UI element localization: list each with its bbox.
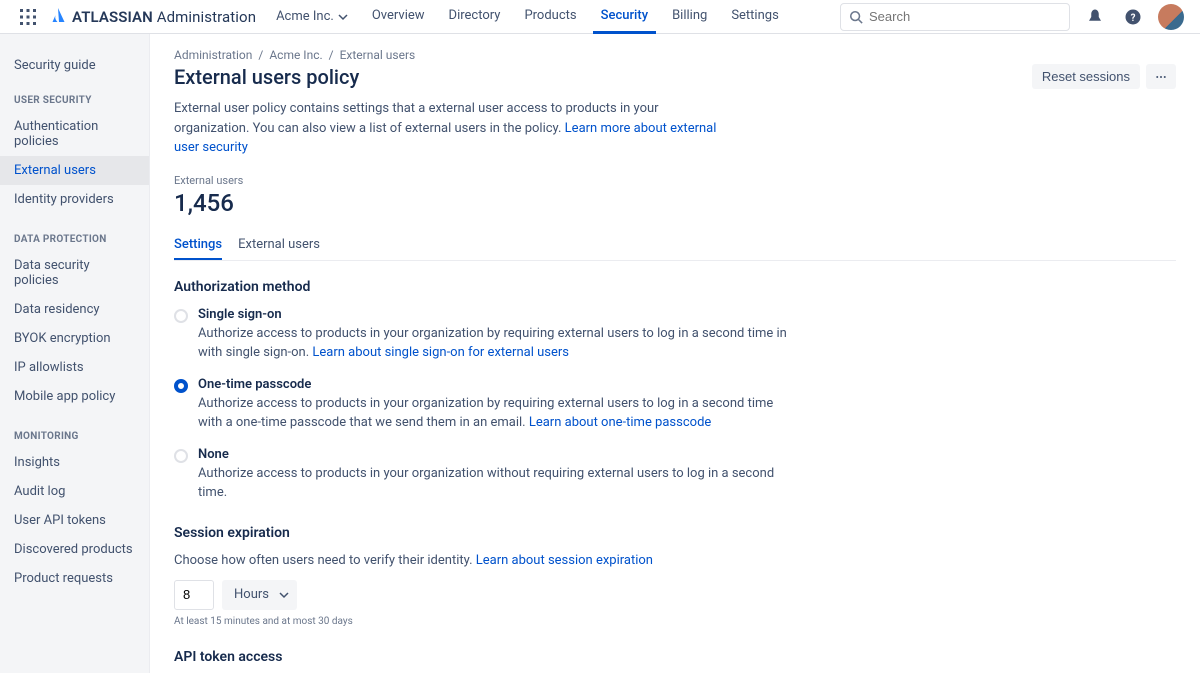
chevron-down-icon — [279, 590, 289, 600]
sidebar-item-identity-providers[interactable]: Identity providers — [0, 185, 149, 214]
sidebar-security-guide[interactable]: Security guide — [0, 52, 149, 89]
org-switcher[interactable]: Acme Inc. — [276, 9, 348, 24]
notifications-icon[interactable] — [1082, 4, 1108, 30]
breadcrumb-item[interactable]: Administration — [174, 48, 252, 62]
search-field[interactable] — [869, 9, 1061, 24]
subtabs: Settings External users — [174, 231, 1176, 261]
radio-label: Single sign-on — [198, 307, 794, 322]
sidebar-item-discovered-products[interactable]: Discovered products — [0, 535, 149, 564]
radio-learn-link[interactable]: Learn about single sign-on for external … — [312, 345, 569, 360]
nav-tab-directory[interactable]: Directory — [441, 0, 509, 34]
auth-method-group: Single sign-on Authorize access to produc… — [174, 307, 1176, 503]
more-icon — [1156, 75, 1166, 79]
sidebar-item-external-users[interactable]: External users — [0, 156, 149, 185]
sidebar-section-title: MONITORING — [0, 425, 149, 448]
radio-desc: Authorize access to products in your org… — [198, 324, 794, 363]
subtab-external-users[interactable]: External users — [238, 231, 320, 260]
radio-desc: Authorize access to products in your org… — [198, 394, 794, 433]
radio-learn-link[interactable]: Learn about one-time passcode — [529, 415, 711, 430]
avatar[interactable] — [1158, 4, 1184, 30]
sidebar: Security guide USER SECURITYAuthenticati… — [0, 34, 150, 673]
stat-value: 1,456 — [174, 189, 1176, 217]
radio-dot[interactable] — [174, 449, 188, 463]
radio-label: One-time passcode — [198, 377, 794, 392]
breadcrumb-item[interactable]: External users — [340, 48, 416, 62]
auth-section-title: Authorization method — [174, 279, 1176, 295]
session-desc: Choose how often users need to verify th… — [174, 553, 1176, 568]
nav-tab-billing[interactable]: Billing — [664, 0, 715, 34]
breadcrumb-item[interactable]: Acme Inc. — [269, 48, 322, 62]
nav-tab-settings[interactable]: Settings — [723, 0, 786, 34]
nav-tabs: OverviewDirectoryProducts SecurityBilling… — [364, 0, 795, 34]
radio-dot[interactable] — [174, 309, 188, 323]
session-unit-label: Hours — [234, 587, 269, 602]
auth-option-one-time-passcode[interactable]: One-time passcode Authorize access to pro… — [174, 377, 794, 433]
app-switcher-icon[interactable] — [16, 5, 40, 29]
sidebar-item-authentication-policies[interactable]: Authentication policies — [0, 112, 149, 156]
sidebar-item-mobile-app-policy[interactable]: Mobile app policy — [0, 382, 149, 411]
subtab-settings[interactable]: Settings — [174, 231, 222, 260]
atlassian-logo-icon — [50, 7, 66, 27]
more-actions-button[interactable] — [1146, 64, 1176, 89]
breadcrumb: Administration/Acme Inc./External users — [174, 48, 1176, 62]
radio-desc: Authorize access to products in your org… — [198, 464, 794, 503]
logo-text: ATLASSIAN Administration — [72, 8, 256, 26]
sidebar-item-data-security-policies[interactable]: Data security policies — [0, 251, 149, 295]
sidebar-item-product-requests[interactable]: Product requests — [0, 564, 149, 593]
page-description: External user policy contains settings t… — [174, 99, 734, 158]
main-content: Administration/Acme Inc./External users … — [150, 34, 1200, 673]
api-section-title: API token access — [174, 649, 1176, 665]
reset-sessions-button[interactable]: Reset sessions — [1032, 64, 1140, 89]
sidebar-item-data-residency[interactable]: Data residency — [0, 295, 149, 324]
logo[interactable]: ATLASSIAN Administration — [50, 7, 256, 27]
session-section-title: Session expiration — [174, 525, 1176, 541]
search-input[interactable] — [840, 3, 1070, 31]
session-unit-select[interactable]: Hours — [222, 580, 297, 610]
svg-text:?: ? — [1131, 12, 1136, 23]
chevron-down-icon — [338, 12, 348, 22]
radio-dot[interactable] — [174, 379, 188, 393]
nav-tab-products[interactable]: Products — [516, 0, 584, 34]
auth-option-single-sign-on[interactable]: Single sign-on Authorize access to produc… — [174, 307, 794, 363]
sidebar-item-user-api-tokens[interactable]: User API tokens — [0, 506, 149, 535]
stat-label: External users — [174, 174, 1176, 187]
nav-tab-security[interactable]: Security — [593, 0, 656, 34]
sidebar-item-ip-allowlists[interactable]: IP allowlists — [0, 353, 149, 382]
org-name: Acme Inc. — [276, 9, 334, 24]
sidebar-section-title: USER SECURITY — [0, 89, 149, 112]
radio-label: None — [198, 447, 794, 462]
sidebar-section-title: DATA PROTECTION — [0, 228, 149, 251]
page-title: External users policy — [174, 65, 359, 89]
search-icon — [849, 10, 863, 24]
help-icon[interactable]: ? — [1120, 4, 1146, 30]
topbar: ATLASSIAN Administration Acme Inc. Overv… — [0, 0, 1200, 34]
session-helper-text: At least 15 minutes and at most 30 days — [174, 616, 1176, 627]
session-duration-input[interactable] — [174, 580, 214, 610]
session-learn-link[interactable]: Learn about session expiration — [476, 553, 653, 568]
nav-tab-overview[interactable]: Overview — [364, 0, 433, 34]
auth-option-none[interactable]: None Authorize access to products in your… — [174, 447, 794, 503]
sidebar-item-byok-encryption[interactable]: BYOK encryption — [0, 324, 149, 353]
sidebar-item-audit-log[interactable]: Audit log — [0, 477, 149, 506]
sidebar-item-insights[interactable]: Insights — [0, 448, 149, 477]
